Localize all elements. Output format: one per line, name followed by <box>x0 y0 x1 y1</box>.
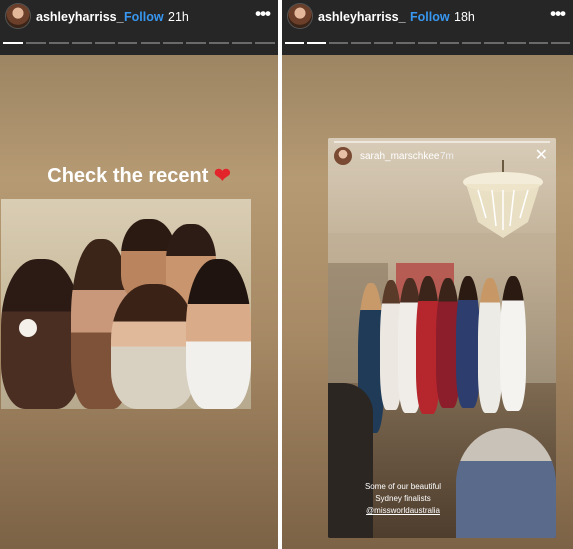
progress-segment <box>440 42 460 44</box>
caption-text: Check the recent <box>47 165 209 187</box>
avatar[interactable] <box>288 4 312 28</box>
embedded-story[interactable]: sarah_marschkee 7m ✕ Some of our beautif… <box>328 138 556 538</box>
embedded-caption-line2: Sydney finalists <box>375 494 431 503</box>
story-caption: Check the recent ❤ <box>0 163 278 188</box>
follow-button[interactable]: Follow <box>410 10 450 24</box>
progress-segment <box>373 42 393 44</box>
progress-segment <box>71 42 92 44</box>
follow-button[interactable]: Follow <box>124 10 164 24</box>
progress-segment <box>94 42 115 44</box>
username[interactable]: ashleyharriss_ <box>36 10 124 24</box>
progress-segment <box>417 42 438 44</box>
more-options-icon[interactable]: ••• <box>550 4 566 24</box>
embedded-avatar[interactable] <box>334 147 352 165</box>
embedded-caption-line1: Some of our beautiful <box>364 482 442 491</box>
close-icon[interactable]: ✕ <box>535 145 548 165</box>
progress-segment <box>48 42 69 44</box>
more-options-icon[interactable]: ••• <box>255 4 271 24</box>
embedded-progress-bar <box>334 141 550 143</box>
heart-icon: ❤ <box>213 165 231 187</box>
group-selfie-photo <box>1 199 251 409</box>
story-panel-left[interactable]: ashleyharriss_ Follow 21h ••• Check the … <box>0 0 278 549</box>
progress-segment <box>307 42 327 44</box>
mention-link[interactable]: @missworldaustralia <box>328 505 478 517</box>
progress-segment <box>506 42 526 44</box>
progress-segment <box>186 42 207 44</box>
progress-segment <box>462 42 482 44</box>
embedded-time: 7m <box>440 151 454 162</box>
embedded-username[interactable]: sarah_marschkee <box>360 151 439 162</box>
post-time: 18h <box>454 10 475 24</box>
progress-segment <box>484 42 504 44</box>
post-time: 21h <box>168 10 189 24</box>
username[interactable]: ashleyharriss_ <box>318 10 406 24</box>
progress-segment <box>117 42 138 44</box>
progress-segment <box>329 42 349 44</box>
progress-segment <box>528 42 548 44</box>
chandelier-icon <box>463 160 543 238</box>
progress-segment <box>3 42 23 44</box>
progress-segment <box>255 42 275 44</box>
embedded-caption: Some of our beautiful Sydney finalists @… <box>328 481 478 517</box>
story-header: ashleyharriss_ Follow 18h ••• <box>282 0 573 34</box>
progress-segment <box>209 42 230 44</box>
progress-segment <box>163 42 184 44</box>
progress-segment <box>140 42 161 44</box>
progress-segment <box>351 42 371 44</box>
story-panel-right[interactable]: ashleyharriss_ Follow 18h ••• sarah_mars… <box>282 0 573 549</box>
avatar[interactable] <box>6 4 30 28</box>
progress-segment <box>285 42 305 44</box>
progress-segment <box>232 42 253 44</box>
story-header: ashleyharriss_ Follow 21h ••• <box>0 0 278 34</box>
progress-segment <box>25 42 46 44</box>
progress-segment <box>550 42 570 44</box>
progress-segment <box>395 42 415 44</box>
